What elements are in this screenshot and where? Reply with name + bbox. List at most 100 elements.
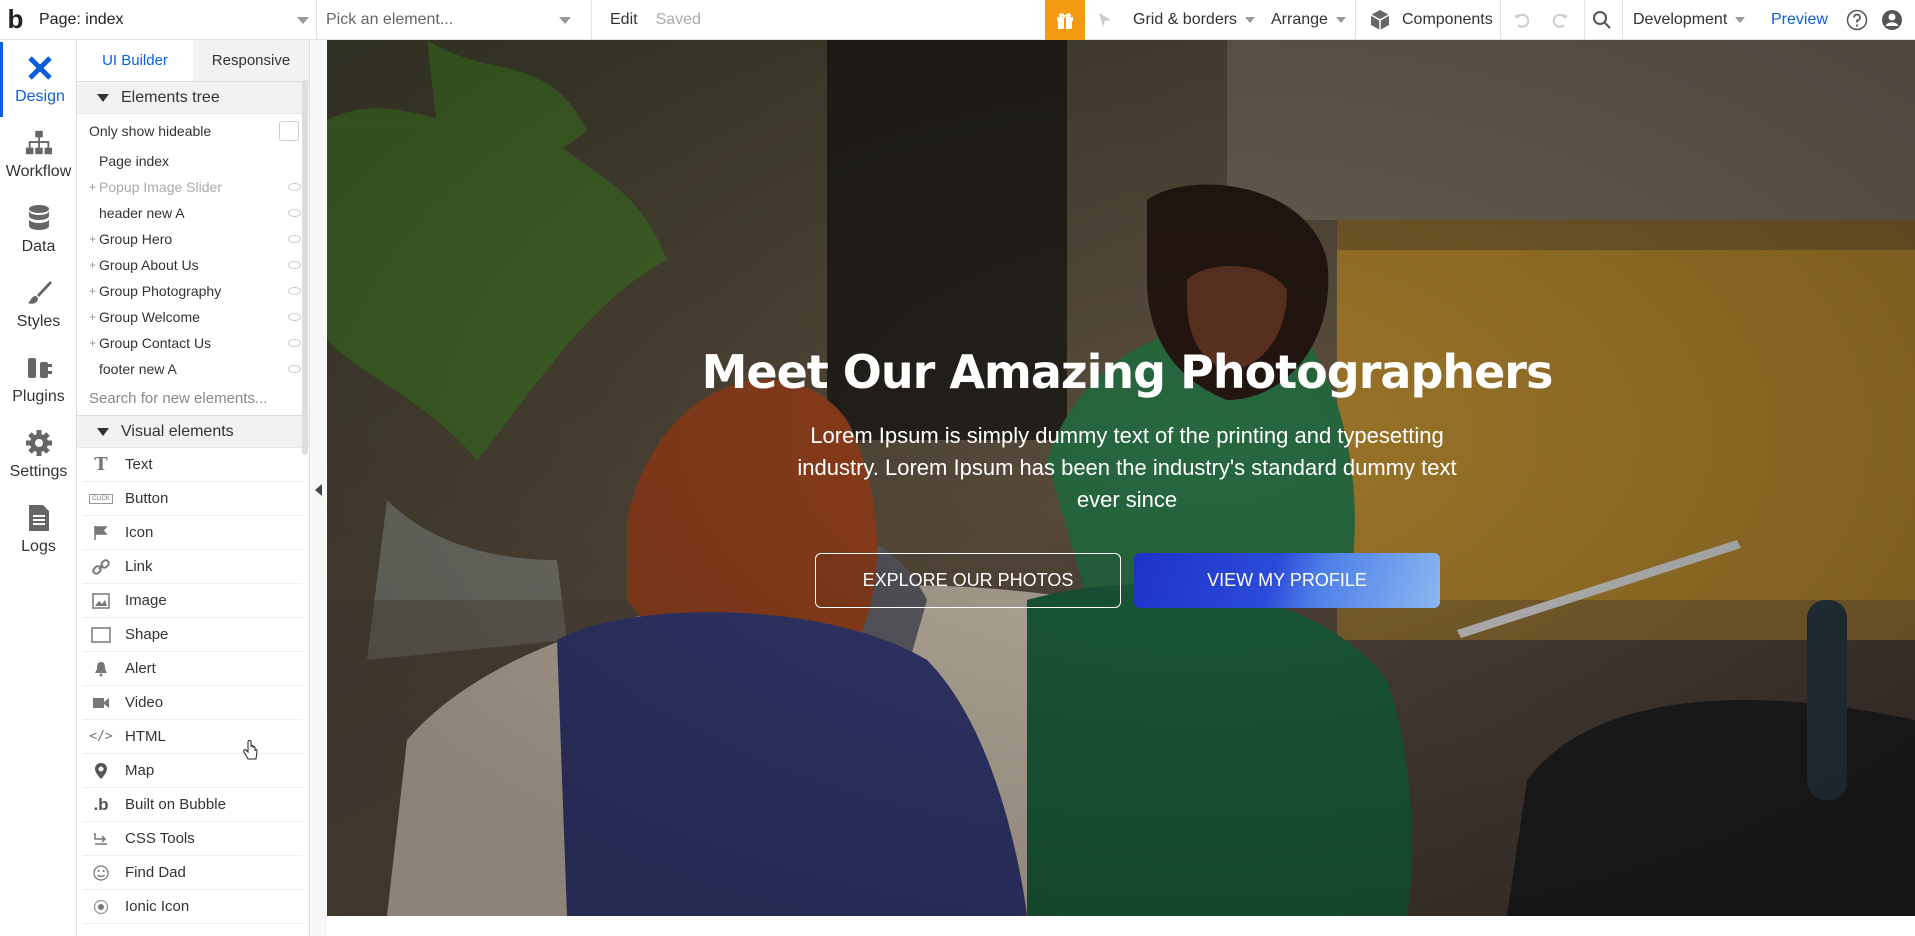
database-icon: [25, 204, 53, 232]
eye-icon[interactable]: [288, 287, 301, 295]
nav-logs[interactable]: Logs: [0, 492, 77, 567]
tree-item[interactable]: + Group Hero: [77, 226, 309, 252]
redo-icon[interactable]: [1550, 0, 1570, 40]
hero-subtitle: Lorem Ipsum is simply dummy text of the …: [797, 423, 1457, 512]
panel-scrollbar[interactable]: [302, 80, 308, 455]
visual-elements-header[interactable]: Visual elements: [77, 416, 309, 448]
account-icon[interactable]: [1881, 0, 1903, 40]
chevron-down-icon: [297, 16, 309, 24]
chevron-down-icon: [559, 16, 571, 24]
grid-borders-label: Grid & borders: [1133, 11, 1238, 28]
environment-label: Development: [1633, 11, 1728, 28]
visual-element-label: Alert: [125, 660, 156, 677]
nav-settings-label: Settings: [9, 462, 68, 480]
eye-icon[interactable]: [288, 365, 301, 373]
tree-item[interactable]: + Group Photography: [77, 278, 309, 304]
collapse-triangle-icon: [97, 427, 109, 436]
eye-icon[interactable]: [288, 209, 301, 217]
tree-item-label: Group Contact Us: [99, 335, 212, 351]
expand-plus-icon[interactable]: +: [89, 310, 99, 324]
expand-plus-icon[interactable]: +: [89, 180, 99, 194]
page-selector-label: Page: index: [39, 10, 124, 28]
visual-element-item[interactable]: T Text: [83, 448, 303, 482]
element-picker[interactable]: Pick an element...: [317, 0, 592, 40]
nav-settings[interactable]: Settings: [0, 417, 77, 492]
visual-element-item[interactable]: Link: [83, 550, 303, 584]
nav-workflow[interactable]: Workflow: [0, 117, 77, 192]
tree-item-label: Page index: [99, 153, 170, 169]
visual-element-item[interactable]: </> HTML: [83, 720, 303, 754]
page-selector[interactable]: Page: index: [31, 0, 317, 40]
tree-item[interactable]: + Group About Us: [77, 252, 309, 278]
components-button[interactable]: Components: [1368, 0, 1493, 40]
view-profile-button[interactable]: VIEW MY PROFILE: [1134, 553, 1440, 608]
visual-element-item[interactable]: Shape: [83, 618, 303, 652]
search-icon[interactable]: [1592, 0, 1612, 40]
divider: [1584, 0, 1585, 40]
tree-item[interactable]: header new A: [77, 200, 309, 226]
tree-item[interactable]: + Popup Image Slider: [77, 174, 309, 200]
eye-icon[interactable]: [288, 235, 301, 243]
tree-item[interactable]: Page index: [77, 148, 309, 174]
environment-selector[interactable]: Development: [1633, 0, 1746, 40]
nav-data[interactable]: Data: [0, 192, 77, 267]
gift-icon[interactable]: [1045, 0, 1085, 40]
tree-item[interactable]: + Group Welcome: [77, 304, 309, 330]
tree-item-label: Group Welcome: [99, 309, 200, 325]
only-show-hideable-checkbox[interactable]: [279, 121, 299, 141]
tree-item-label: Popup Image Slider: [99, 179, 222, 195]
tree-item[interactable]: + Group Contact Us: [77, 330, 309, 356]
help-icon[interactable]: [1846, 0, 1868, 40]
group-hero[interactable]: Meet Our Amazing Photographers Lorem Ips…: [327, 40, 1915, 916]
only-show-hideable-row: Only show hideable: [77, 114, 309, 148]
tab-responsive[interactable]: Responsive: [193, 40, 309, 81]
eye-icon[interactable]: [288, 261, 301, 269]
expand-plus-icon[interactable]: +: [89, 258, 99, 272]
collapse-triangle-icon: [97, 93, 109, 102]
expand-plus-icon[interactable]: +: [89, 284, 99, 298]
visual-element-item[interactable]: Find Dad: [83, 856, 303, 890]
preview-button[interactable]: Preview: [1771, 0, 1828, 40]
visual-element-label: HTML: [125, 728, 166, 745]
explore-photos-button[interactable]: EXPLORE OUR PHOTOS: [815, 553, 1121, 608]
cursor-pointer-icon[interactable]: [1096, 0, 1114, 40]
divider: [1500, 0, 1501, 40]
mouse-cursor-icon: [242, 740, 260, 767]
link-icon: [89, 558, 113, 576]
visual-element-item[interactable]: .b Built on Bubble: [83, 788, 303, 822]
page-canvas[interactable]: Meet Our Amazing Photographers Lorem Ips…: [327, 40, 1915, 936]
nav-design[interactable]: Design: [0, 42, 77, 117]
ionic-icon: [89, 898, 113, 916]
visual-element-item[interactable]: CLICK Button: [83, 482, 303, 516]
elements-tree-header[interactable]: Elements tree: [77, 82, 309, 114]
edit-button[interactable]: Edit: [610, 11, 638, 29]
visual-element-item[interactable]: Ionic Icon: [83, 890, 303, 924]
expand-plus-icon[interactable]: +: [89, 336, 99, 350]
visual-elements-title: Visual elements: [121, 422, 234, 440]
eye-icon[interactable]: [288, 313, 301, 321]
undo-icon[interactable]: [1512, 0, 1532, 40]
visual-element-label: Video: [125, 694, 164, 711]
eye-icon[interactable]: [288, 339, 301, 347]
design-icon: [26, 54, 54, 82]
visual-element-label: Map: [125, 762, 155, 779]
visual-element-item[interactable]: Map: [83, 754, 303, 788]
visual-element-item[interactable]: Video: [83, 686, 303, 720]
nav-styles[interactable]: Styles: [0, 267, 77, 342]
visual-element-item[interactable]: CSS Tools: [83, 822, 303, 856]
visual-element-item[interactable]: Image: [83, 584, 303, 618]
search-elements-input[interactable]: Search for new elements...: [77, 382, 309, 416]
nav-plugins[interactable]: Plugins: [0, 342, 77, 417]
visual-element-item[interactable]: Alert: [83, 652, 303, 686]
shape-icon: [89, 626, 113, 644]
visual-element-label: Built on Bubble: [125, 796, 226, 813]
bubble-logo[interactable]: b: [0, 0, 31, 40]
panel-collapse-handle[interactable]: [311, 40, 327, 936]
grid-borders-menu[interactable]: Grid & borders: [1133, 0, 1256, 40]
visual-element-item[interactable]: Icon: [83, 516, 303, 550]
eye-icon[interactable]: [288, 183, 301, 191]
expand-plus-icon[interactable]: +: [89, 232, 99, 246]
tab-ui-builder[interactable]: UI Builder: [77, 40, 193, 81]
tree-item[interactable]: footer new A: [77, 356, 309, 382]
arrange-menu[interactable]: Arrange: [1271, 0, 1346, 40]
